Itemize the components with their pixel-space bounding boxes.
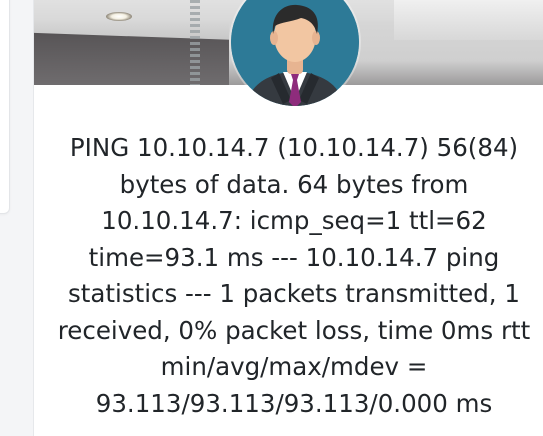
- profile-card: PING 10.10.14.7 (10.10.14.7) 56(84) byte…: [33, 0, 543, 436]
- ping-output-text: PING 10.10.14.7 (10.10.14.7) 56(84) byte…: [57, 133, 531, 418]
- avatar[interactable]: [231, 0, 359, 106]
- cover-panel: [394, 0, 543, 40]
- user-avatar-icon: [231, 0, 359, 106]
- sidebar-panel-edge: [0, 0, 10, 214]
- hanging-chain-icon: [190, 0, 200, 85]
- ceiling-lamp-icon: [106, 12, 132, 21]
- page: PING 10.10.14.7 (10.10.14.7) 56(84) byte…: [0, 0, 543, 436]
